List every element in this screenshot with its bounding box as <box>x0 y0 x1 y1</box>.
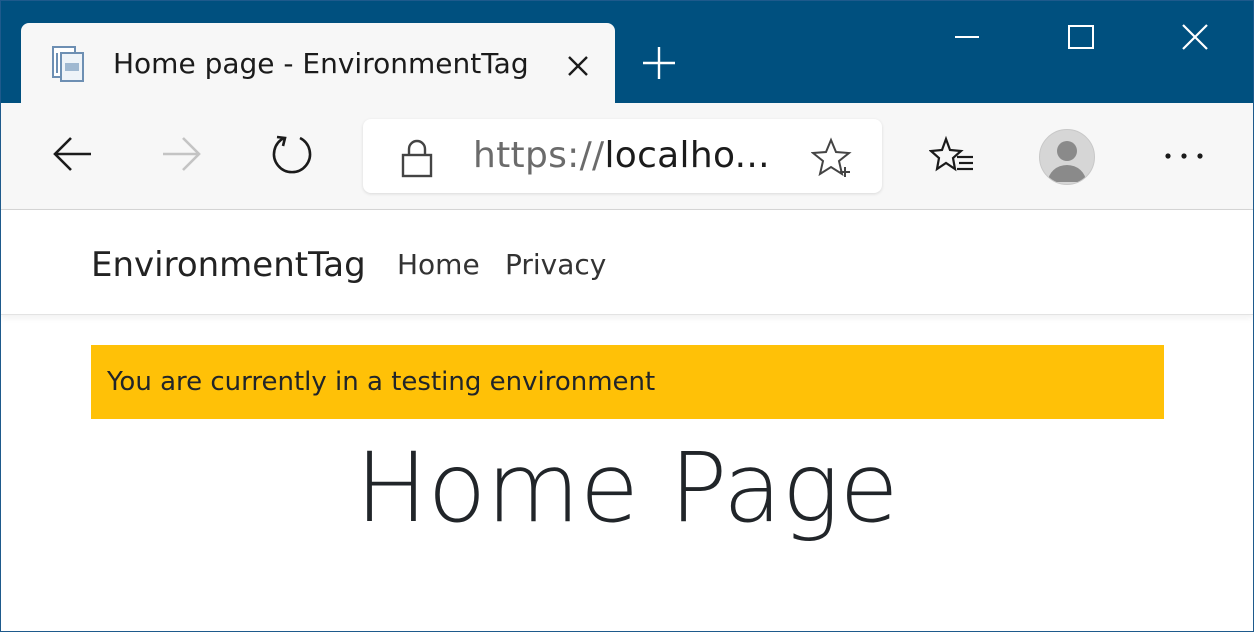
nav-link-privacy[interactable]: Privacy <box>505 246 606 284</box>
minimize-icon[interactable] <box>943 19 991 59</box>
site-brand-link[interactable]: EnvironmentTag <box>91 244 366 286</box>
refresh-icon[interactable] <box>267 129 317 179</box>
profile-avatar-icon[interactable] <box>1039 129 1095 185</box>
tab-title: Home page - EnvironmentTag <box>113 47 529 80</box>
close-window-icon[interactable] <box>1171 19 1219 59</box>
lock-icon[interactable] <box>399 138 435 178</box>
page-icon <box>52 46 84 82</box>
back-arrow-icon[interactable] <box>47 129 97 179</box>
person-silhouette-icon <box>1048 141 1086 182</box>
alert-text: You are currently in a testing environme… <box>107 367 656 397</box>
more-dots-icon[interactable] <box>1161 141 1207 171</box>
close-tab-icon[interactable] <box>565 53 591 79</box>
environment-alert: You are currently in a testing environme… <box>91 345 1164 419</box>
page-heading: Home Page <box>355 432 899 544</box>
site-navbar: EnvironmentTag Home Privacy <box>1 210 1253 315</box>
url-text[interactable]: https://localho... <box>473 133 770 179</box>
nav-link-home[interactable]: Home <box>397 246 480 284</box>
forward-arrow-icon[interactable] <box>157 129 207 179</box>
star-plus-icon[interactable] <box>811 137 855 179</box>
url-scheme: https:// <box>473 135 605 176</box>
page-content: EnvironmentTag Home Privacy You are curr… <box>1 210 1253 631</box>
active-tab[interactable]: Home page - EnvironmentTag <box>21 23 615 104</box>
new-tab-icon[interactable] <box>639 43 679 83</box>
title-bar: Home page - EnvironmentTag <box>1 1 1253 104</box>
url-host: localho... <box>604 135 770 176</box>
favorites-list-icon[interactable] <box>929 133 977 181</box>
browser-window: Home page - EnvironmentTag https://local… <box>0 0 1254 632</box>
maximize-icon[interactable] <box>1057 19 1105 59</box>
browser-toolbar: https://localho... <box>1 103 1253 210</box>
address-bar[interactable]: https://localho... <box>363 119 882 193</box>
